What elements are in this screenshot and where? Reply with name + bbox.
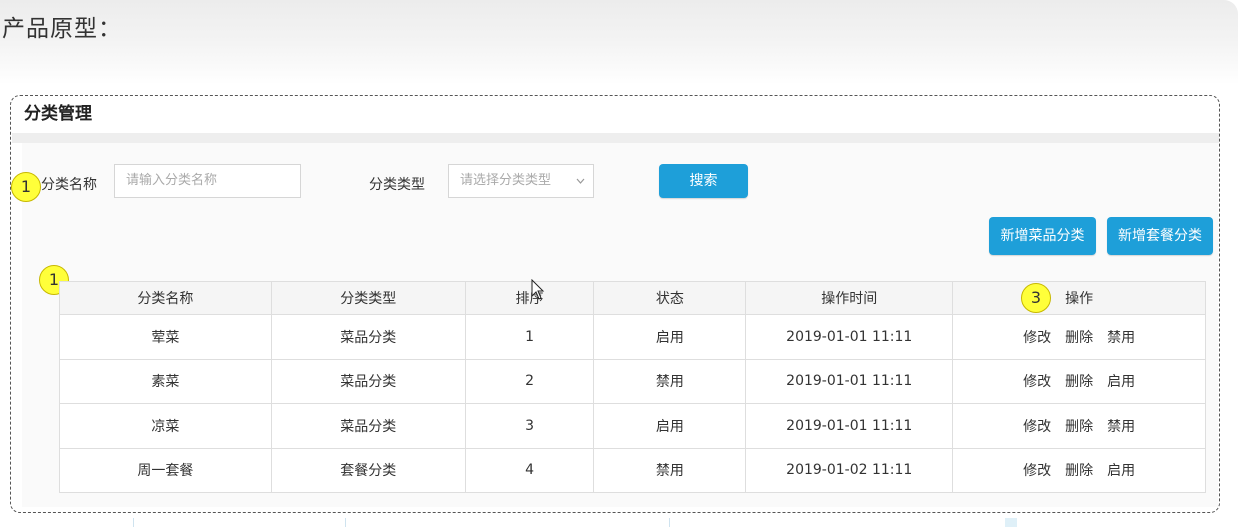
cell-sort: 3 (464, 403, 595, 449)
cell-operations: 修改 删除 禁用 (952, 403, 1206, 449)
divider-line (669, 518, 670, 527)
cell-operation-time: 2019-01-01 11:11 (745, 314, 954, 360)
scroll-remnant (1005, 518, 1017, 527)
category-name-label: 分类名称 (41, 177, 97, 193)
cell-operations: 修改 删除 禁用 (952, 314, 1206, 360)
add-combo-category-button[interactable]: 新增套餐分类 (1107, 217, 1213, 255)
delete-link[interactable]: 删除 (1065, 374, 1093, 390)
mouse-cursor-icon (531, 279, 545, 300)
cell-sort: 1 (464, 314, 595, 360)
header-operation-time: 操作时间 (745, 281, 954, 315)
edit-link[interactable]: 修改 (1023, 419, 1051, 435)
annotation-badge-search: 1 (11, 172, 41, 202)
cell-sort: 2 (464, 358, 595, 404)
header-status: 状态 (593, 281, 747, 315)
cell-category-name: 素菜 (59, 358, 272, 404)
cell-sort: 4 (464, 447, 595, 493)
cell-category-name: 荤菜 (59, 314, 272, 360)
delete-link[interactable]: 删除 (1065, 330, 1093, 346)
cell-operation-time: 2019-01-01 11:11 (745, 403, 954, 449)
edit-link[interactable]: 修改 (1023, 374, 1051, 390)
cell-operation-time: 2019-01-01 11:11 (745, 358, 954, 404)
divider-line (133, 518, 134, 527)
table-row: 荤菜 菜品分类 1 启用 2019-01-01 11:11 修改 删除 禁用 (59, 314, 1206, 360)
category-type-select[interactable]: 请选择分类类型 (448, 164, 594, 198)
cell-status: 禁用 (593, 447, 747, 493)
page-title: 产品原型： (2, 16, 122, 42)
cell-category-type: 菜品分类 (270, 358, 466, 404)
edit-link[interactable]: 修改 (1023, 463, 1051, 479)
search-button[interactable]: 搜索 (659, 164, 748, 198)
toggle-status-link[interactable]: 启用 (1107, 463, 1135, 479)
edit-link[interactable]: 修改 (1023, 330, 1051, 346)
panel-header-strip (12, 133, 1219, 143)
category-name-input[interactable]: 请输入分类名称 (114, 164, 301, 198)
table-row: 周一套餐 套餐分类 4 禁用 2019-01-02 11:11 修改 删除 启用 (59, 447, 1206, 493)
panel-title: 分类管理 (24, 104, 92, 124)
header-sort: 排序 (464, 281, 595, 315)
delete-link[interactable]: 删除 (1065, 463, 1093, 479)
cell-operations: 修改 删除 启用 (952, 447, 1206, 493)
divider-line (345, 518, 346, 527)
toggle-status-link[interactable]: 启用 (1107, 374, 1135, 390)
delete-link[interactable]: 删除 (1065, 419, 1093, 435)
cell-category-name: 周一套餐 (59, 447, 272, 493)
add-dish-category-button[interactable]: 新增菜品分类 (989, 217, 1096, 255)
toggle-status-link[interactable]: 禁用 (1107, 330, 1135, 346)
cell-category-name: 凉菜 (59, 403, 272, 449)
table-row: 凉菜 菜品分类 3 启用 2019-01-01 11:11 修改 删除 禁用 (59, 403, 1206, 449)
table-row: 素菜 菜品分类 2 禁用 2019-01-01 11:11 修改 删除 启用 (59, 358, 1206, 404)
header-category-name: 分类名称 (59, 281, 272, 315)
cell-operation-time: 2019-01-02 11:11 (745, 447, 954, 493)
annotation-badge-operations: 3 (1021, 283, 1051, 313)
toggle-status-link[interactable]: 禁用 (1107, 419, 1135, 435)
cell-operations: 修改 删除 启用 (952, 358, 1206, 404)
cell-status: 启用 (593, 314, 747, 360)
cell-status: 禁用 (593, 358, 747, 404)
cell-category-type: 套餐分类 (270, 447, 466, 493)
header-category-type: 分类类型 (270, 281, 466, 315)
prototype-page: 产品原型： 分类管理 1 分类名称 请输入分类名称 分类类型 请选择分类类型 搜… (0, 0, 1238, 527)
cell-status: 启用 (593, 403, 747, 449)
operations-label: 操作 (1065, 291, 1094, 307)
category-management-panel: 分类管理 1 分类名称 请输入分类名称 分类类型 请选择分类类型 搜索 新增菜品… (10, 95, 1220, 513)
chevron-down-icon (576, 165, 585, 211)
cell-category-type: 菜品分类 (270, 314, 466, 360)
category-type-label: 分类类型 (369, 177, 425, 193)
header-operations: 操作 (952, 281, 1206, 315)
category-type-placeholder: 请选择分类类型 (460, 173, 552, 188)
cell-category-type: 菜品分类 (270, 403, 466, 449)
